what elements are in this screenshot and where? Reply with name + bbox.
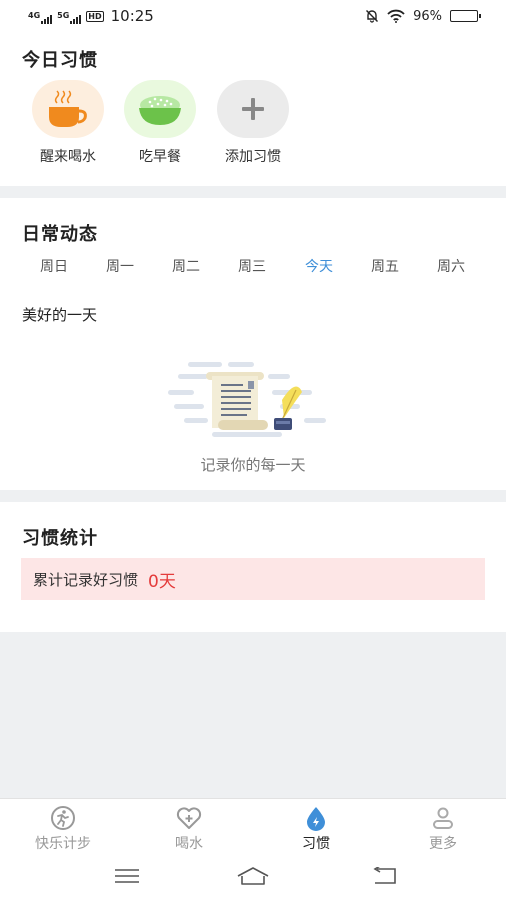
empty-state-text: 记录你的每一天 (200, 456, 306, 474)
habit-icon-circle (124, 80, 196, 138)
add-habit-button[interactable]: 添加习惯 (208, 80, 298, 166)
habit-stats-card: 习惯统计 累计记录好习惯 0天 (0, 502, 506, 632)
running-icon (8, 805, 118, 831)
tab-drink-water[interactable]: 喝水 (134, 805, 244, 853)
back-icon (373, 867, 396, 884)
habit-stats-title: 习惯统计 (22, 528, 98, 549)
today-habits-card: 今日习惯 醒来喝水 吃早餐 添加习惯 (0, 32, 506, 186)
habit-label: 吃早餐 (139, 149, 181, 165)
status-bar: 4G 5G HD 10:25 96% (0, 0, 506, 32)
tab-label: 喝水 (175, 836, 203, 852)
menu-icon (115, 869, 139, 883)
status-left: 4G 5G HD 10:25 (28, 7, 154, 25)
hd-badge: HD (86, 10, 104, 22)
person-icon (388, 805, 498, 831)
coffee-cup-icon (49, 90, 87, 127)
home-nav-button[interactable] (233, 864, 273, 888)
today-habits-title: 今日习惯 (22, 50, 98, 71)
weekday-today[interactable]: 今天 (289, 256, 349, 276)
weekday-saturday[interactable]: 周六 (421, 256, 481, 276)
habit-item-wake-water[interactable]: 醒来喝水 (23, 80, 113, 166)
scroll-quill-illustration (168, 362, 326, 437)
weekday-tuesday[interactable]: 周二 (156, 256, 216, 276)
total-habit-record-box: 累计记录好习惯 0天 (21, 558, 485, 600)
tab-habits[interactable]: 习惯 (261, 805, 371, 853)
sim1-signal-icon: 4G (28, 11, 53, 24)
total-habit-record-label: 累计记录好习惯 (33, 570, 139, 589)
sim1-label: 4G (28, 11, 41, 20)
rice-bowl-icon (139, 96, 181, 125)
habit-label: 醒来喝水 (40, 149, 96, 165)
weekday-wednesday[interactable]: 周三 (222, 256, 282, 276)
droplet-bolt-icon (261, 805, 371, 831)
tab-more[interactable]: 更多 (388, 805, 498, 853)
status-right: 96% (365, 8, 481, 24)
habit-item-breakfast[interactable]: 吃早餐 (115, 80, 205, 166)
habit-label: 添加习惯 (225, 149, 281, 165)
wifi-icon (387, 9, 405, 23)
sim2-label: 5G (57, 11, 70, 20)
system-nav-bar (0, 854, 506, 900)
battery-percent: 96% (413, 8, 442, 24)
weekday-selector: 周日 周一 周二 周三 今天 周五 周六 (0, 256, 506, 278)
weekday-sunday[interactable]: 周日 (24, 256, 84, 276)
sim2-signal-icon: 5G (57, 11, 82, 24)
menu-nav-button[interactable] (107, 864, 147, 888)
daily-activity-card: 日常动态 周日 周一 周二 周三 今天 周五 周六 美好的一天 记录你的每一天 (0, 198, 506, 490)
bottom-tab-bar: 快乐计步 喝水 习惯 更多 (0, 798, 506, 854)
mute-bell-icon (366, 10, 379, 23)
day-title: 美好的一天 (22, 306, 98, 324)
habit-icon-circle (217, 80, 289, 138)
status-time: 10:25 (110, 7, 154, 25)
weekday-monday[interactable]: 周一 (90, 256, 150, 276)
tab-label: 习惯 (302, 836, 330, 852)
home-icon (237, 867, 269, 885)
daily-activity-title: 日常动态 (22, 224, 98, 245)
heart-plus-icon (134, 805, 244, 831)
tab-label: 快乐计步 (35, 836, 91, 852)
habit-icon-circle (32, 80, 104, 138)
total-habit-record-value: 0天 (148, 571, 176, 592)
battery-icon (450, 10, 481, 22)
tab-happy-steps[interactable]: 快乐计步 (8, 805, 118, 853)
back-nav-button[interactable] (365, 864, 405, 888)
tab-label: 更多 (429, 836, 457, 852)
weekday-friday[interactable]: 周五 (355, 256, 415, 276)
plus-icon (242, 98, 264, 120)
